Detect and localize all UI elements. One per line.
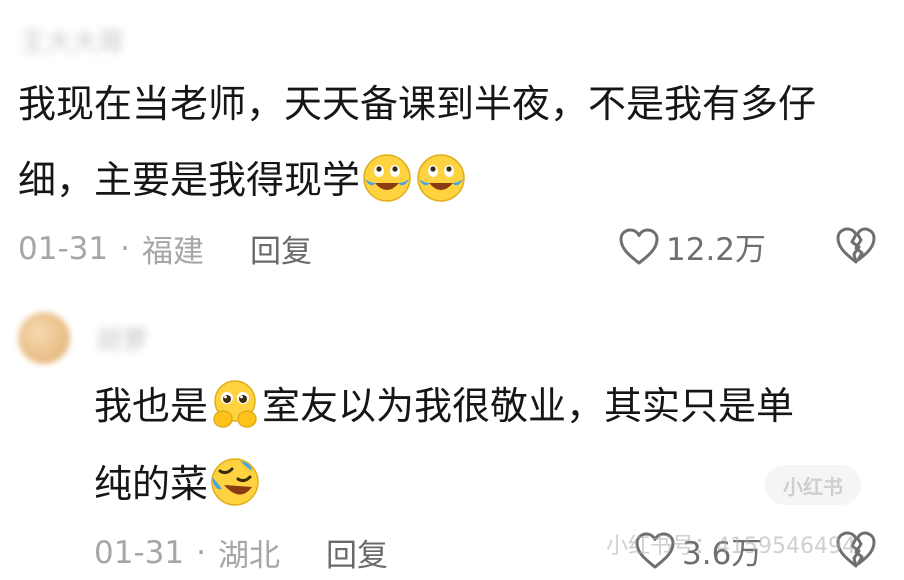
comment-text-line-2: 细，主要是我得现学 [18,142,468,218]
meta-separator: · [196,534,206,571]
crying-laugh-emoji [362,152,412,202]
comment-text: 室友以为我很敬业，其实只是单 [262,384,795,428]
watermark-text: 小红书号：4159546494 [606,534,856,559]
avatar[interactable] [18,312,70,364]
reply-button[interactable]: 回复 [326,530,388,575]
like-button[interactable]: 12.2万 [618,224,766,269]
broken-heart-icon[interactable] [835,226,877,266]
comment-location: 湖北 [217,538,280,574]
rolling-laugh-emoji [210,456,260,506]
comment-text: 纯的菜 [94,462,209,506]
reply-button[interactable]: 回复 [250,226,312,271]
pleading-hands-emoji [210,378,260,428]
comment-meta: 01-31 · 福建 回复 [18,226,312,271]
watermark-logo: 小红书 [765,465,861,505]
comment-date: 01-31 [94,534,185,571]
comment-text-line-1: 我也是 室友以为我很敬业，其实只是单 [94,368,794,444]
username[interactable]: 王大大哥 [20,22,124,59]
comment-location: 福建 [141,234,204,270]
username[interactable]: 胡萝 [96,320,148,357]
comment-date: 01-31 [18,230,109,267]
comment-text: 细，主要是我得现学 [18,158,361,202]
comment-text-line-1: 我现在当老师，天天备课到半夜，不是我有多仔 [18,82,817,126]
crying-laugh-emoji [416,152,466,202]
heart-icon [619,228,659,264]
comment-text: 我也是 [94,384,209,428]
meta-separator: · [120,230,130,267]
comment-meta: 01-31 · 湖北 回复 [94,530,388,575]
like-count: 12.2万 [666,232,767,268]
comment-text-line-2: 纯的菜 [94,446,262,522]
